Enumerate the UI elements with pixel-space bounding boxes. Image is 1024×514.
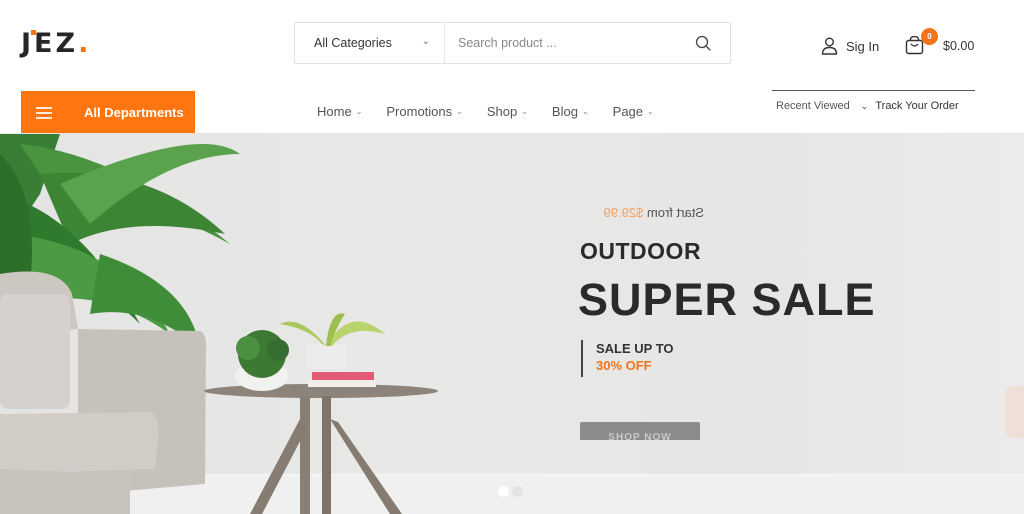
menu-item-page[interactable]: Page ⌄ (613, 104, 654, 119)
chevron-down-icon: ⌄ (647, 107, 654, 116)
slider-dot-2[interactable] (512, 486, 523, 497)
main-menu: Home ⌄ Promotions ⌄ Shop ⌄ Blog ⌄ Page ⌄ (317, 104, 678, 119)
side-table-illustration (204, 384, 438, 514)
logo-accent-dot (31, 30, 36, 35)
brand-name: JEZ (21, 28, 79, 59)
chevron-down-icon: ⌄ (521, 107, 528, 116)
slider-pagination (498, 486, 523, 497)
menu-item-label: Blog (551, 104, 578, 119)
chevron-down-icon[interactable]: ⌄ (861, 101, 869, 112)
cart-total: $0.00 (943, 38, 975, 53)
category-select-value: All Categories (314, 36, 392, 50)
hero-product-image (0, 134, 438, 514)
chevron-down-icon: ⌄ (456, 107, 463, 116)
promo-sale-line2: 30% OFF (596, 358, 652, 373)
all-departments-label: All Departments (84, 105, 184, 120)
menu-item-label: Home (317, 104, 352, 119)
all-departments-button[interactable]: All Departments (21, 91, 195, 134)
search-bar: All Categories ⌄ (294, 22, 731, 64)
promo-sale-line1: SALE UP TO (596, 341, 674, 356)
promo-start-label: Start from (646, 205, 704, 220)
menu-item-promotions[interactable]: Promotions ⌄ (386, 104, 462, 119)
signin-label: Sig In (846, 38, 880, 54)
promo-title: SUPER SALE (578, 274, 876, 325)
hero-banner: Start from $29.99 OUTDOOR SUPER SALE SAL… (0, 134, 1024, 514)
promo-start-price: $29.99 (603, 205, 644, 220)
slider-dot-1[interactable] (498, 486, 509, 497)
recent-viewed-link[interactable]: Recent Viewed (776, 100, 850, 112)
promo-start-from: Start from $29.99 (592, 205, 704, 220)
search-input[interactable] (445, 23, 676, 63)
menu-item-label: Promotions (386, 104, 453, 119)
user-icon (821, 37, 838, 55)
quick-links: Recent Viewed ⌄ Track Your Order (772, 90, 975, 112)
page: JEZ. All Categories ⌄ Sig In 0 $0. (0, 0, 1024, 514)
logo-period: . (78, 28, 92, 59)
chevron-down-icon: ⌄ (421, 36, 430, 47)
menu-item-label: Shop (486, 104, 518, 119)
brand-logo[interactable]: JEZ. (21, 28, 91, 59)
shop-now-button[interactable]: SHOP NOW (580, 422, 700, 440)
search-button[interactable] (676, 23, 730, 63)
cart-count-badge: 0 (921, 28, 938, 45)
promo-sale-block: SALE UP TO 30% OFF (581, 340, 674, 377)
cart-button[interactable]: 0 $0.00 (905, 28, 975, 55)
chevron-down-icon: ⌄ (355, 107, 363, 116)
signin-link[interactable]: Sig In (821, 37, 879, 55)
chevron-down-icon: ⌄ (581, 107, 589, 116)
menu-item-home[interactable]: Home ⌄ (317, 104, 362, 119)
menu-item-blog[interactable]: Blog ⌄ (552, 104, 589, 119)
category-select[interactable]: All Categories ⌄ (295, 23, 445, 63)
search-icon (695, 35, 711, 51)
menu-item-shop[interactable]: Shop ⌄ (487, 104, 528, 119)
hamburger-icon (36, 106, 52, 119)
lamp-illustration (1005, 386, 1024, 438)
menu-item-label: Page (612, 104, 644, 119)
track-order-link[interactable]: Track Your Order (875, 100, 958, 112)
promo-kicker: OUTDOOR (580, 238, 702, 264)
table-decor-illustration (235, 313, 385, 391)
